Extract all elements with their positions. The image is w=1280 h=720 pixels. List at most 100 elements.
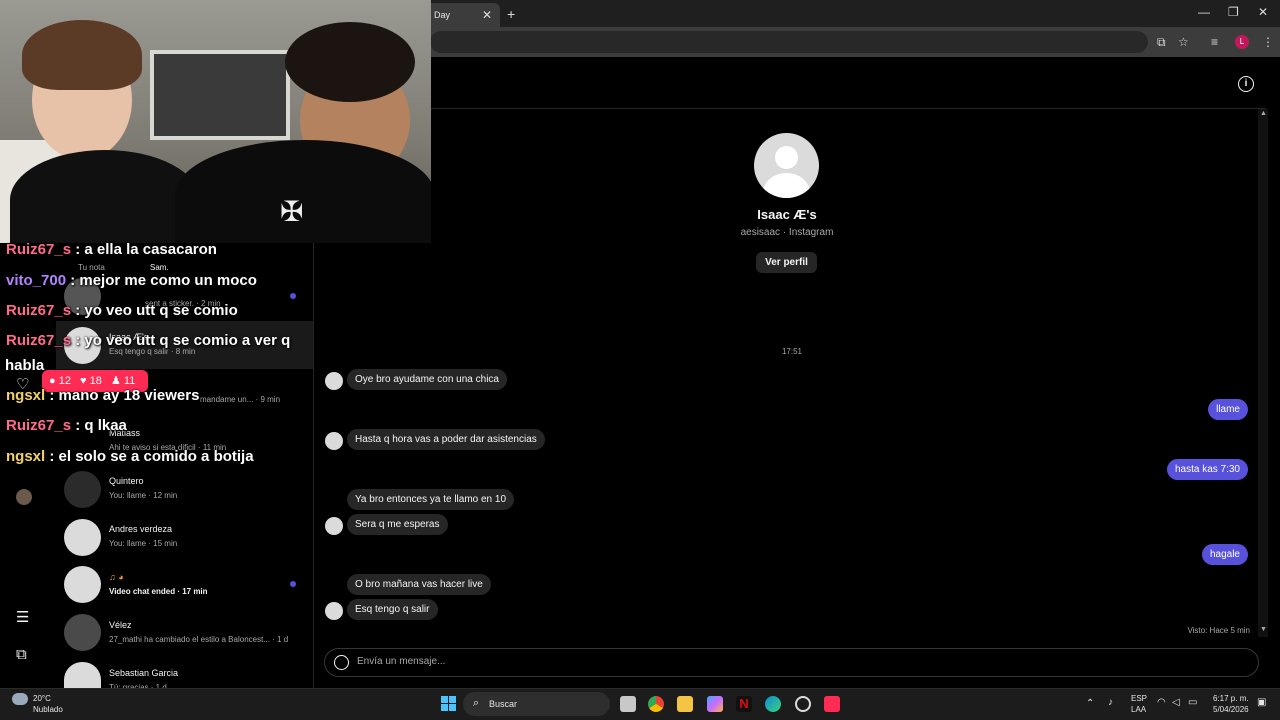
chat-user: Ruiz67_s: [6, 302, 72, 319]
chrome-icon[interactable]: [648, 696, 664, 712]
search-label: Buscar: [489, 699, 518, 709]
stream-chat-line: Ruiz67_s : yo veo utt q se comio: [6, 302, 238, 319]
obs-icon[interactable]: [795, 696, 811, 712]
sender-avatar[interactable]: [325, 372, 343, 390]
start-icon[interactable]: [441, 696, 456, 711]
wall-frame: [150, 50, 290, 140]
profile-avatar-icon[interactable]: L: [1235, 35, 1249, 49]
message-bubble[interactable]: Hasta q hora vas a poder dar asistencias: [347, 429, 545, 450]
message-bubble[interactable]: hagale: [1201, 544, 1248, 565]
inbox-name: Vélez: [109, 620, 132, 630]
header-divider: [314, 108, 1266, 109]
conversation-name: Isaac Æ's: [757, 207, 817, 222]
stream-chat-line: Ruiz67_s : yo veo utt q se comio a ver q: [6, 332, 290, 349]
conversation-avatar[interactable]: [754, 133, 819, 198]
inbox-name: Andres verdeza: [109, 524, 173, 534]
message-bubble[interactable]: hasta kas 7:30: [1166, 459, 1248, 480]
sender-avatar[interactable]: [325, 602, 343, 620]
taskbar-search[interactable]: [463, 692, 610, 716]
language-top[interactable]: ESP: [1131, 694, 1147, 703]
like-count: 18: [89, 375, 102, 387]
browser-tab[interactable]: Day ✕: [420, 3, 500, 27]
weather-temp[interactable]: 20°C: [33, 694, 51, 703]
notification-icon[interactable]: ▣: [1257, 697, 1266, 708]
weather-desc[interactable]: Nublado: [33, 705, 63, 714]
chat-text: : yo veo utt q se comio a ver q: [71, 332, 291, 349]
chat-user: Ruiz67_s: [6, 241, 72, 258]
clock-time[interactable]: 6:17 p. m.: [1213, 694, 1249, 703]
close-window-icon[interactable]: ✕: [1258, 5, 1268, 19]
inbox-avatar: [64, 519, 101, 556]
webcam-overlay: ✠: [0, 0, 431, 243]
close-tab-icon[interactable]: ✕: [482, 8, 492, 22]
apps-icon[interactable]: ⧉: [16, 646, 27, 663]
message-bubble[interactable]: Sera q me esperas: [347, 514, 448, 535]
volume-icon[interactable]: ◁: [1172, 697, 1180, 708]
more-menu-icon[interactable]: ⋮: [1262, 35, 1274, 49]
info-icon[interactable]: i: [1238, 76, 1254, 92]
file-explorer-icon[interactable]: [677, 696, 693, 712]
chat-text: : q lkaa: [71, 417, 127, 434]
sender-avatar[interactable]: [325, 517, 343, 535]
scrollbar[interactable]: [1258, 109, 1268, 637]
address-bar[interactable]: [430, 31, 1148, 53]
sender-avatar[interactable]: [325, 432, 343, 450]
edge-icon[interactable]: [765, 696, 781, 712]
weather-icon[interactable]: [12, 693, 28, 705]
reading-list-icon[interactable]: ≡: [1211, 35, 1218, 49]
tiktok-icon[interactable]: [824, 696, 840, 712]
chat-text: : mano ay 18 viewers: [45, 387, 200, 404]
comment-icon: ●: [49, 375, 56, 387]
inbox-name: Quintero: [109, 476, 144, 486]
view-profile-button[interactable]: Ver perfil: [756, 252, 817, 273]
chat-text: : a ella la casacaron: [71, 241, 217, 258]
emoji-icon[interactable]: [334, 655, 349, 670]
install-app-icon[interactable]: ⧉: [1157, 35, 1166, 50]
netflix-icon[interactable]: N: [736, 696, 752, 712]
chat-text: : yo veo utt q se comio: [71, 302, 238, 319]
message-bubble[interactable]: Esq tengo q salir: [347, 599, 438, 620]
stream-chat-line: ngsxl : el solo se a comido a botija: [6, 448, 254, 465]
scroll-up-icon[interactable]: ▲: [1260, 110, 1267, 117]
chat-user: ngsxl: [6, 448, 46, 465]
tray-overflow-icon[interactable]: ⌃: [1086, 698, 1094, 709]
inbox-name: Sebastian Garcia: [109, 668, 179, 678]
new-tab-icon[interactable]: +: [507, 6, 515, 22]
message-bubble[interactable]: O bro mañana vas hacer live: [347, 574, 491, 595]
list-divider: [313, 240, 314, 688]
task-view-icon[interactable]: [620, 696, 636, 712]
profile-nav-avatar[interactable]: [16, 489, 32, 505]
comment-count: 12: [58, 375, 71, 387]
message-bubble[interactable]: Oye bro ayudame con una chica: [347, 369, 507, 390]
stream-chat-line: vito_700 : mejor me como un moco: [6, 272, 257, 289]
message-input[interactable]: [324, 648, 1259, 677]
stream-chat-line: Ruiz67_s : a ella la casacaron: [6, 241, 217, 258]
seen-status: Visto: Hace 5 min: [1187, 626, 1250, 635]
chat-user: Ruiz67_s: [6, 332, 72, 349]
scroll-down-icon[interactable]: ▼: [1260, 626, 1267, 633]
inbox-preview: 27_mathi ha cambiado el estilo a Balonce…: [109, 635, 289, 644]
minimize-icon[interactable]: —: [1198, 5, 1210, 19]
menu-icon[interactable]: ☰: [16, 608, 29, 626]
shirt-cross-logo: ✠: [280, 196, 304, 227]
message-bubble[interactable]: Ya bro entonces ya te llamo en 10: [347, 489, 515, 510]
clock-date[interactable]: 5/04/2026: [1213, 705, 1249, 714]
battery-icon[interactable]: ▭: [1188, 697, 1197, 708]
person-left-hair: [22, 20, 142, 90]
inbox-emoji-name: ♫ ◕: [109, 572, 124, 582]
message-input-placeholder: Envía un mensaje...: [357, 656, 446, 667]
copilot-icon[interactable]: [707, 696, 723, 712]
maximize-icon[interactable]: ❐: [1228, 5, 1239, 19]
inbox-avatar: [64, 471, 101, 508]
bookmark-star-icon[interactable]: ☆: [1178, 35, 1189, 49]
tab-title: Day: [434, 10, 451, 20]
unread-dot: [290, 293, 296, 299]
microphone-icon[interactable]: ♪: [1108, 697, 1113, 708]
wifi-icon[interactable]: ◠: [1157, 697, 1166, 708]
chat-text: : el solo se a comido a botija: [45, 448, 254, 465]
unread-dot: [290, 581, 296, 587]
language-bottom[interactable]: LAA: [1131, 705, 1146, 714]
note-label: Tu nota: [78, 263, 105, 272]
message-bubble[interactable]: llame: [1208, 399, 1248, 420]
stream-chat-line: ngsxl : mano ay 18 viewers: [6, 387, 199, 404]
